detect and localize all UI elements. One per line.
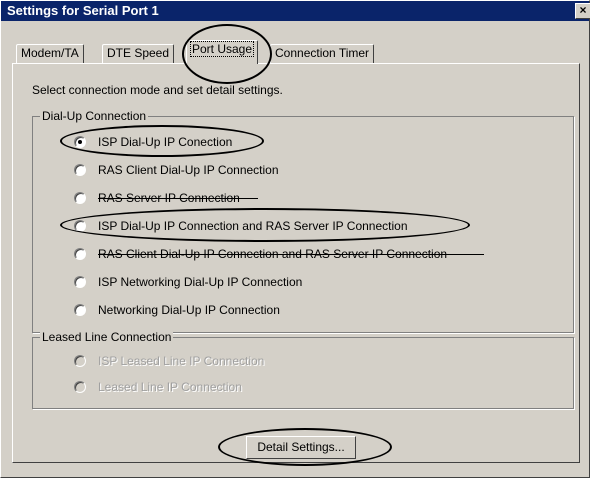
- tab-port-usage[interactable]: Port Usage: [186, 40, 259, 64]
- radio-icon: [74, 248, 86, 260]
- radio-icon: [74, 192, 86, 204]
- tab-label: Connection Timer: [275, 46, 370, 60]
- radio-label: ISP Networking Dial-Up IP Connection: [98, 275, 303, 289]
- title-bar[interactable]: Settings for Serial Port 1 ×: [1, 1, 590, 21]
- strikethrough-line: [98, 254, 484, 255]
- detail-settings-button[interactable]: Detail Settings...: [246, 436, 356, 459]
- instructions-text: Select connection mode and set detail se…: [32, 83, 283, 97]
- leased-legend: Leased Line Connection: [40, 330, 174, 344]
- radio-icon: [74, 220, 86, 232]
- radio-label: ISP Leased Line IP Connection: [98, 354, 265, 368]
- dialup-legend: Dial-Up Connection: [40, 109, 149, 123]
- leased-group: [32, 337, 574, 409]
- radio-label: Leased Line IP Connection: [98, 380, 242, 394]
- radio-label: ISP Dial-Up IP Connection and RAS Server…: [98, 219, 408, 233]
- tab-connection-timer[interactable]: Connection Timer: [270, 44, 375, 63]
- radio-checked-icon: [74, 136, 86, 148]
- tab-modem-ta[interactable]: Modem/TA: [16, 44, 84, 63]
- radio-label: ISP Dial-Up IP Conection: [98, 135, 233, 149]
- tab-label: DTE Speed: [107, 46, 170, 60]
- radio-label: RAS Client Dial-Up IP Connection: [98, 163, 279, 177]
- strikethrough-line: [98, 198, 258, 199]
- radio-icon: [74, 164, 86, 176]
- radio-label: Networking Dial-Up IP Connection: [98, 303, 280, 317]
- radio-icon: [74, 355, 86, 367]
- radio-icon: [74, 276, 86, 288]
- close-icon[interactable]: ×: [575, 3, 590, 19]
- tab-label: Port Usage: [189, 41, 255, 57]
- tab-label: Modem/TA: [21, 46, 79, 60]
- window-title: Settings for Serial Port 1: [7, 3, 159, 18]
- radio-icon: [74, 304, 86, 316]
- radio-icon: [74, 381, 86, 393]
- tab-dte-speed[interactable]: DTE Speed: [102, 44, 175, 63]
